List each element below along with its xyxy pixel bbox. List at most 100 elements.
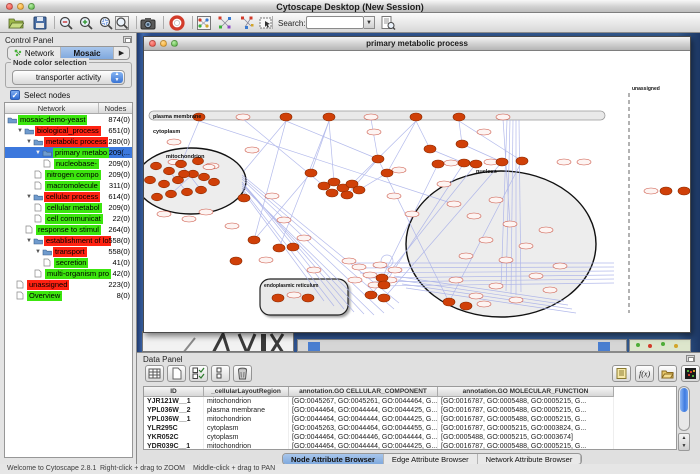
background-window[interactable]	[142, 331, 294, 352]
node-color-dropdown[interactable]: transporter activity ▲▼	[12, 70, 125, 85]
float-panel-icon[interactable]	[123, 36, 132, 43]
open-icon[interactable]	[8, 15, 24, 31]
tree-row[interactable]: ▼metabolic process280(0)	[5, 136, 132, 147]
tree-row[interactable]: nucleobase-209(0)	[5, 158, 132, 169]
apply-layout-1-icon[interactable]	[217, 15, 233, 31]
tree-row-label: nitrogen compo	[45, 170, 101, 180]
matrix-view-icon[interactable]	[681, 365, 700, 382]
tree-header-nodes[interactable]: Nodes	[99, 103, 132, 113]
tree-row[interactable]: ▼cellular process614(0)	[5, 191, 132, 202]
delete-attribute-icon[interactable]	[233, 365, 252, 382]
unselect-attributes-icon[interactable]	[211, 365, 230, 382]
tab-overflow-arrow[interactable]: ▶	[114, 47, 129, 59]
apply-layout-2-icon[interactable]	[239, 15, 255, 31]
table-row[interactable]: YLR295Ccytoplasm[GO:0045263, GO:0044464,…	[144, 424, 676, 433]
tree-row[interactable]: macromolecule311(0)	[5, 180, 132, 191]
select-attributes-icon[interactable]	[189, 365, 208, 382]
tree-header: Network Nodes	[5, 103, 132, 114]
scrollbar-buttons[interactable]: ▲▼	[678, 433, 690, 451]
expand-triangle-icon[interactable]: ▼	[25, 194, 33, 200]
tree-row[interactable]: nitrogen compo209(0)	[5, 169, 132, 180]
mitochondrion-label: mitochondrion	[166, 154, 205, 160]
select-nodes-checkbox[interactable]: ✓	[10, 90, 20, 100]
table-row[interactable]: YKR052Ccytoplasm[GO:0044464, GO:0044446,…	[144, 433, 676, 442]
data-panel: Data Panel f(x) ID _cellularLayoutRegion…	[137, 352, 700, 464]
file-icon	[16, 291, 27, 300]
tree-row[interactable]: cellular metabol209(0)	[5, 202, 132, 213]
network-canvas[interactable]: plasma membrane cytoplasm mitochondrion …	[144, 51, 690, 332]
save-icon[interactable]	[32, 15, 48, 31]
tree-row[interactable]: ▼establishment of lo558(0)	[5, 235, 132, 246]
tree-row[interactable]: multi-organism pro42(0)	[5, 268, 132, 279]
help-icon[interactable]	[169, 15, 185, 31]
import-attributes-icon[interactable]	[658, 365, 677, 382]
zoom-fit-icon[interactable]	[114, 15, 130, 31]
tree-row[interactable]: ▼biological_process651(0)	[5, 125, 132, 136]
tab-network-attribute-browser[interactable]: Network Attribute Browser	[478, 454, 582, 464]
zoom-out-icon[interactable]	[58, 15, 74, 31]
folder-icon	[33, 237, 44, 245]
tree-row[interactable]: secretion41(0)	[5, 257, 132, 268]
tree-row[interactable]: unassigned223(0)	[5, 279, 132, 290]
background-window[interactable]	[629, 339, 691, 352]
background-window[interactable]	[297, 339, 627, 352]
zoom-in-icon[interactable]	[78, 15, 94, 31]
table-row[interactable]: YJR121W__1mitochondrion[GO:0045267, GO:0…	[144, 397, 676, 406]
file-icon	[25, 225, 36, 234]
data-panel-title: Data Panel	[143, 355, 183, 364]
snapshot-icon[interactable]	[140, 15, 156, 31]
function-builder-icon[interactable]: f(x)	[635, 365, 654, 382]
file-icon	[34, 269, 45, 278]
file-icon	[43, 258, 54, 267]
tab-node-attribute-browser[interactable]: Node Attribute Browser	[283, 454, 384, 464]
notepad-icon[interactable]	[612, 365, 631, 382]
table-row[interactable]: YPL036W__2plasma membrane[GO:0044464, GO…	[144, 406, 676, 415]
file-icon	[34, 181, 45, 190]
float-panel-icon[interactable]	[686, 355, 695, 362]
tree-row[interactable]: mosaic-demo-yeast874(0)	[5, 114, 132, 125]
unassigned-label: unassigned	[632, 86, 660, 92]
expand-triangle-icon[interactable]: ▼	[34, 249, 42, 255]
zoom-selected-icon[interactable]	[98, 15, 114, 31]
column-header[interactable]: ID	[144, 387, 204, 397]
tree-row[interactable]: cell communicat22(0)	[5, 213, 132, 224]
network-tree: Network Nodes mosaic-demo-yeast874(0) ▼b…	[4, 102, 133, 458]
table-row[interactable]: YPL036W__1mitochondrion[GO:0044464, GO:0…	[144, 415, 676, 424]
tree-header-network[interactable]: Network	[5, 103, 99, 113]
expand-triangle-icon[interactable]: ▼	[34, 150, 42, 156]
table-scrollbar[interactable]	[678, 386, 690, 431]
tree-row[interactable]: ▼transport558(0)	[5, 246, 132, 257]
svg-text:f(x): f(x)	[639, 370, 650, 379]
tab-edge-attribute-browser[interactable]: Edge Attribute Browser	[384, 454, 478, 464]
tree-row-label: Overview	[27, 291, 62, 301]
network-overview-icon[interactable]	[196, 15, 212, 31]
select-nodes-row[interactable]: ✓ Select nodes	[10, 90, 70, 100]
tree-row-label: response to stimul	[36, 225, 101, 235]
table-row[interactable]: YDR039C__1mitochondrion[GO:0044464, GO:0…	[144, 442, 676, 450]
new-attribute-icon[interactable]	[167, 365, 186, 382]
column-header[interactable]: annotation.GO CELLULAR_COMPONENT	[289, 387, 438, 397]
folder-icon	[42, 149, 53, 157]
expand-triangle-icon[interactable]: ▼	[16, 128, 24, 134]
tree-row-label: unassigned	[27, 280, 69, 290]
advanced-search-icon[interactable]	[380, 15, 396, 31]
network-view-window: primary metabolic process	[143, 36, 691, 333]
scrollbar-thumb[interactable]	[680, 388, 688, 412]
expand-triangle-icon[interactable]: ▼	[25, 238, 33, 244]
search-input[interactable]	[306, 16, 364, 29]
network-window-titlebar[interactable]: primary metabolic process	[144, 37, 690, 51]
tree-row-label: transport	[53, 247, 87, 257]
column-header[interactable]: annotation.GO MOLECULAR_FUNCTION	[438, 387, 614, 397]
expand-triangle-icon[interactable]: ▼	[25, 139, 33, 145]
toolbar-separator	[136, 16, 137, 29]
tree-row-count: 22(0)	[112, 213, 130, 224]
tree-row-selected[interactable]: ▼primary metabo209(...	[5, 147, 132, 158]
file-icon	[16, 280, 27, 289]
attribute-table-icon[interactable]	[145, 365, 164, 382]
status-bar: Welcome to Cytoscape 2.8.1 Right-click +…	[0, 464, 700, 474]
tree-row[interactable]: response to stimul264(0)	[5, 224, 132, 235]
tree-row[interactable]: Overview8(0)	[5, 290, 132, 301]
column-header[interactable]: _cellularLayoutRegion	[204, 387, 289, 397]
tree-row-label: nucleobase-	[54, 159, 99, 169]
search-dropdown-arrow[interactable]: ▼	[364, 16, 375, 29]
